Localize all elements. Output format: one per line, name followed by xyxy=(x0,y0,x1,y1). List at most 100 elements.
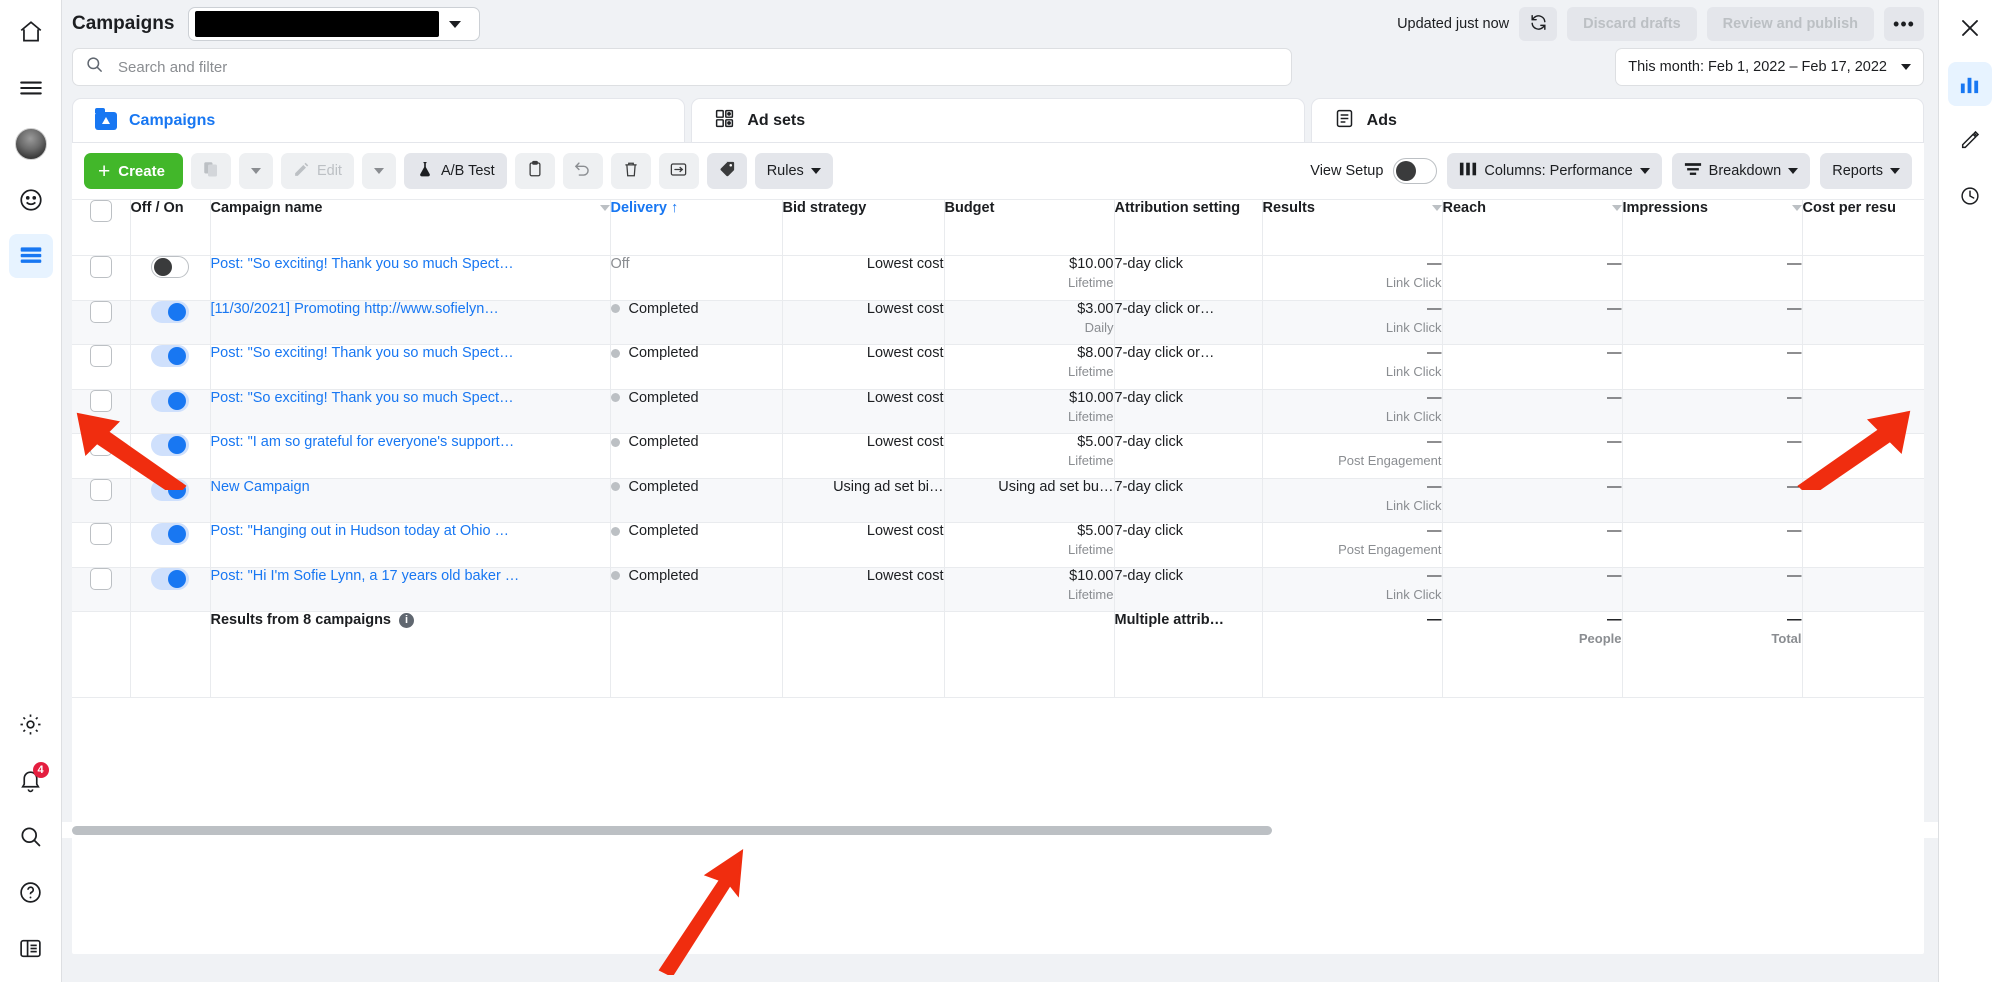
panel-icon[interactable] xyxy=(9,926,53,970)
edit-pencil-button[interactable] xyxy=(1948,118,1992,162)
tag-button[interactable] xyxy=(707,153,747,189)
campaign-name-link[interactable]: Post: "Hanging out in Hudson today at Oh… xyxy=(211,523,610,539)
more-options-button[interactable]: ••• xyxy=(1884,7,1924,41)
horizontal-scrollbar[interactable] xyxy=(62,822,1938,838)
clipboard-button[interactable] xyxy=(515,153,555,189)
chevron-down-icon[interactable] xyxy=(600,205,610,211)
row-select-cell[interactable] xyxy=(72,478,130,523)
refresh-button[interactable] xyxy=(1519,7,1557,41)
campaign-name-cell[interactable]: Post: "So exciting! Thank you so much Sp… xyxy=(210,256,610,301)
help-icon[interactable] xyxy=(9,870,53,914)
campaign-name-link[interactable]: Post: "Hi I'm Sofie Lynn, a 17 years old… xyxy=(211,568,610,584)
row-toggle-cell[interactable] xyxy=(130,567,210,612)
rules-button[interactable]: Rules xyxy=(755,153,833,189)
column-header-reach[interactable]: Reach xyxy=(1442,200,1622,256)
tab-ads[interactable]: Ads xyxy=(1311,98,1924,142)
row-checkbox[interactable] xyxy=(90,568,112,590)
row-toggle-cell[interactable] xyxy=(130,389,210,434)
campaign-on-off-toggle[interactable] xyxy=(151,568,189,590)
campaign-on-off-toggle[interactable] xyxy=(151,256,189,278)
campaign-on-off-toggle[interactable] xyxy=(151,345,189,367)
duplicate-button[interactable] xyxy=(191,153,231,189)
home-icon[interactable] xyxy=(9,10,53,54)
table-row[interactable]: Post: "So exciting! Thank you so much Sp… xyxy=(72,256,1924,301)
columns-button[interactable]: Columns: Performance xyxy=(1447,153,1661,189)
campaign-name-link[interactable]: Post: "So exciting! Thank you so much Sp… xyxy=(211,390,610,406)
select-all-checkbox[interactable] xyxy=(90,200,112,222)
smiley-icon[interactable] xyxy=(9,178,53,222)
column-header-attribution[interactable]: Attribution setting xyxy=(1114,200,1262,256)
search-icon[interactable] xyxy=(9,814,53,858)
review-and-publish-button[interactable]: Review and publish xyxy=(1707,7,1874,41)
campaign-on-off-toggle[interactable] xyxy=(151,479,189,501)
row-checkbox[interactable] xyxy=(90,301,112,323)
row-checkbox[interactable] xyxy=(90,523,112,545)
revert-button[interactable] xyxy=(563,153,603,189)
account-avatar[interactable] xyxy=(9,122,53,166)
column-header-campaign-name[interactable]: Campaign name xyxy=(210,200,610,256)
campaign-on-off-toggle[interactable] xyxy=(151,301,189,323)
row-select-cell[interactable] xyxy=(72,256,130,301)
campaign-name-cell[interactable]: New Campaign xyxy=(210,478,610,523)
breakdown-button[interactable]: Breakdown xyxy=(1672,153,1811,189)
row-toggle-cell[interactable] xyxy=(130,256,210,301)
column-header-delivery[interactable]: Delivery ↑ xyxy=(610,200,782,256)
search-filter-box[interactable] xyxy=(72,48,1292,86)
date-range-picker[interactable]: This month: Feb 1, 2022 – Feb 17, 2022 xyxy=(1615,48,1924,86)
column-header-results[interactable]: Results xyxy=(1262,200,1442,256)
table-row[interactable]: Post: "I am so grateful for everyone's s… xyxy=(72,434,1924,479)
row-select-cell[interactable] xyxy=(72,345,130,390)
analytics-chart-button[interactable] xyxy=(1948,62,1992,106)
table-row[interactable]: Post: "So exciting! Thank you so much Sp… xyxy=(72,389,1924,434)
edit-button[interactable]: Edit xyxy=(281,153,354,189)
ab-test-button[interactable]: A/B Test xyxy=(404,153,507,189)
delete-button[interactable] xyxy=(611,153,651,189)
chevron-down-icon[interactable] xyxy=(1612,205,1622,211)
campaign-name-link[interactable]: Post: "So exciting! Thank you so much Sp… xyxy=(211,256,610,272)
column-header-cost-per-result[interactable]: Cost per resu xyxy=(1802,200,1924,256)
campaign-name-cell[interactable]: Post: "Hi I'm Sofie Lynn, a 17 years old… xyxy=(210,567,610,612)
campaign-name-link[interactable]: New Campaign xyxy=(211,479,610,495)
campaign-name-link[interactable]: Post: "So exciting! Thank you so much Sp… xyxy=(211,345,610,361)
tab-ad-sets[interactable]: Ad sets xyxy=(691,98,1304,142)
table-row[interactable]: Post: "Hi I'm Sofie Lynn, a 17 years old… xyxy=(72,567,1924,612)
export-button[interactable] xyxy=(659,153,699,189)
column-header-impressions[interactable]: Impressions xyxy=(1622,200,1802,256)
ad-account-select[interactable] xyxy=(188,7,480,41)
row-checkbox[interactable] xyxy=(90,479,112,501)
discard-drafts-button[interactable]: Discard drafts xyxy=(1567,7,1697,41)
duplicate-options-button[interactable] xyxy=(239,153,273,189)
chevron-down-icon[interactable] xyxy=(1792,205,1802,211)
row-select-cell[interactable] xyxy=(72,300,130,345)
row-checkbox[interactable] xyxy=(90,256,112,278)
close-button[interactable] xyxy=(1948,8,1992,52)
column-header-budget[interactable]: Budget xyxy=(944,200,1114,256)
campaign-on-off-toggle[interactable] xyxy=(151,434,189,456)
row-checkbox[interactable] xyxy=(90,345,112,367)
row-toggle-cell[interactable] xyxy=(130,523,210,568)
menu-icon[interactable] xyxy=(9,66,53,110)
campaign-name-link[interactable]: [11/30/2021] Promoting http://www.sofiel… xyxy=(211,301,610,317)
column-header-onoff[interactable]: Off / On xyxy=(130,200,210,256)
info-icon[interactable]: i xyxy=(399,613,414,628)
sidebar-item-campaigns-table[interactable] xyxy=(9,234,53,278)
row-select-cell[interactable] xyxy=(72,567,130,612)
view-setup-toggle[interactable] xyxy=(1393,158,1437,184)
row-select-cell[interactable] xyxy=(72,523,130,568)
gear-icon[interactable] xyxy=(9,702,53,746)
reports-button[interactable]: Reports xyxy=(1820,153,1912,189)
row-toggle-cell[interactable] xyxy=(130,300,210,345)
campaign-name-cell[interactable]: Post: "So exciting! Thank you so much Sp… xyxy=(210,389,610,434)
column-header-bid-strategy[interactable]: Bid strategy xyxy=(782,200,944,256)
row-toggle-cell[interactable] xyxy=(130,434,210,479)
table-row[interactable]: Post: "So exciting! Thank you so much Sp… xyxy=(72,345,1924,390)
create-button[interactable]: + Create xyxy=(84,153,183,189)
table-row[interactable]: New CampaignCompletedUsing ad set bi…Usi… xyxy=(72,478,1924,523)
row-checkbox[interactable] xyxy=(90,390,112,412)
campaign-name-cell[interactable]: Post: "So exciting! Thank you so much Sp… xyxy=(210,345,610,390)
search-input[interactable] xyxy=(116,58,1279,77)
campaign-on-off-toggle[interactable] xyxy=(151,390,189,412)
history-button[interactable] xyxy=(1948,174,1992,218)
chevron-down-icon[interactable] xyxy=(1432,205,1442,211)
bell-icon[interactable]: 4 xyxy=(9,758,53,802)
